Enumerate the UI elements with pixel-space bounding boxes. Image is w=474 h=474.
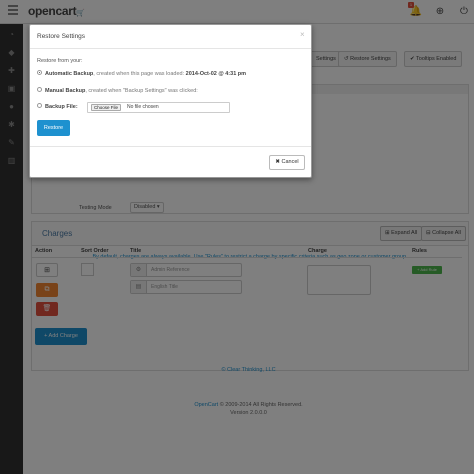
file-status: No file chosen <box>127 104 159 110</box>
restore-button[interactable]: Restore <box>37 120 70 136</box>
close-icon[interactable]: × <box>300 30 305 39</box>
radio-file[interactable] <box>37 103 42 109</box>
backup-file-option[interactable]: Backup File: <box>37 103 78 111</box>
cancel-button[interactable]: ✖ Cancel <box>269 155 305 170</box>
restore-from-label: Restore from your: <box>37 58 83 64</box>
radio-automatic[interactable] <box>37 70 42 76</box>
manual-backup-option[interactable]: Manual Backup, created when "Backup Sett… <box>37 87 198 95</box>
modal-header: Restore Settings × <box>30 25 311 49</box>
backup-file-input[interactable]: Choose File No file chosen <box>87 102 230 113</box>
restore-settings-modal: Restore Settings × Restore from your: Au… <box>29 24 312 178</box>
choose-file-button[interactable]: Choose File <box>91 104 122 111</box>
radio-manual[interactable] <box>37 87 42 93</box>
modal-footer-divider <box>30 146 311 147</box>
automatic-backup-option[interactable]: Automatic Backup, created when this page… <box>37 70 246 78</box>
modal-title: Restore Settings <box>37 33 86 40</box>
